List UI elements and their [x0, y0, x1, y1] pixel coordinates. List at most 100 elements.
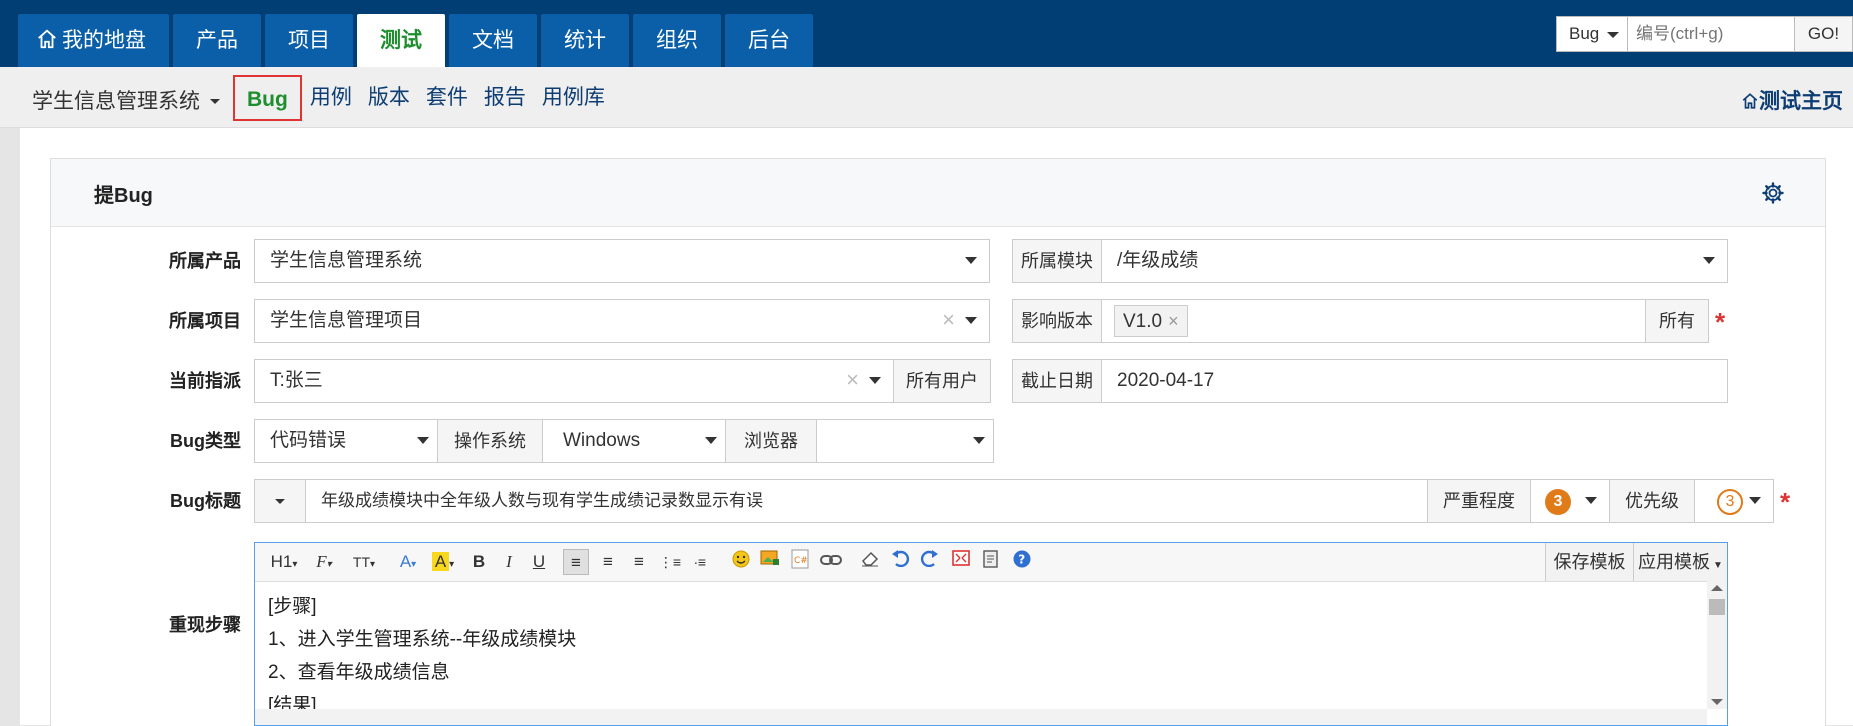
tab-project[interactable]: 项目	[265, 14, 353, 67]
bold-button[interactable]: B	[469, 549, 489, 575]
apply-template-button[interactable]: 应用模板 ▼	[1633, 543, 1727, 581]
os-label: 操作系统	[437, 419, 543, 463]
save-template-button[interactable]: 保存模板	[1545, 543, 1633, 581]
build-tag: V1.0 ×	[1114, 305, 1188, 337]
tab-company[interactable]: 组织	[633, 14, 721, 67]
apply-template-label: 应用模板	[1638, 552, 1711, 572]
search-type-select[interactable]: Bug	[1556, 16, 1628, 52]
browser-label: 浏览器	[725, 419, 817, 463]
build-label: 影响版本	[1012, 299, 1102, 343]
align-left-icon[interactable]: ≡	[563, 549, 589, 575]
underline-button[interactable]: U	[529, 549, 549, 575]
build-select[interactable]: V1.0 ×	[1101, 299, 1646, 343]
svg-text:C#: C#	[794, 556, 808, 566]
search-input[interactable]	[1628, 16, 1795, 52]
subnav-report[interactable]: 报告	[476, 77, 534, 119]
highlight-label: A	[431, 552, 450, 571]
type-select[interactable]: 代码错误	[254, 419, 438, 463]
scroll-thumb[interactable]	[1709, 599, 1725, 615]
caret-down-icon	[705, 437, 717, 444]
tab-doc[interactable]: 文档	[449, 14, 537, 67]
heading-button[interactable]: H1▾	[267, 549, 301, 575]
vertical-scrollbar[interactable]	[1707, 581, 1727, 709]
search-type-label: Bug	[1569, 24, 1600, 43]
highlight-button[interactable]: A ▾	[429, 549, 457, 575]
tab-label: 我的地盘	[62, 29, 146, 52]
horizontal-scrollbar[interactable]	[255, 709, 1707, 725]
image-icon[interactable]	[758, 549, 782, 575]
align-center-icon[interactable]: ≡	[595, 549, 621, 575]
editor-body[interactable]: [步骤] 1、进入学生管理系统--年级成绩模块 2、查看年级成绩信息 [结果]	[255, 582, 1727, 725]
font-color-button[interactable]: A▾	[395, 549, 421, 575]
project-select[interactable]: 学生信息管理项目 ×	[254, 299, 990, 343]
align-right-icon[interactable]: ≡	[626, 549, 652, 575]
scroll-up-icon[interactable]	[1711, 585, 1723, 591]
product-value: 学生信息管理系统	[270, 250, 423, 271]
eraser-icon[interactable]	[858, 549, 882, 575]
project-value: 学生信息管理项目	[270, 310, 423, 331]
deadline-label: 截止日期	[1012, 359, 1102, 403]
font-size-button[interactable]: TT▾	[347, 549, 381, 575]
os-select[interactable]: Windows	[542, 419, 726, 463]
product-select[interactable]: 学生信息管理系统	[254, 239, 990, 283]
link-icon[interactable]	[818, 549, 844, 575]
tab-test[interactable]: 测试	[357, 14, 445, 67]
caret-down-icon	[210, 99, 220, 104]
subnav-bug[interactable]: Bug	[233, 75, 302, 121]
module-select[interactable]: /年级成绩	[1101, 239, 1728, 283]
test-home-link[interactable]: 测试主页	[1741, 85, 1843, 115]
required-mark: *	[1780, 487, 1791, 517]
tab-report[interactable]: 统计	[541, 14, 629, 67]
font-color-label: A	[399, 552, 412, 571]
test-subnav: Bug 用例 版本 套件 报告 用例库	[233, 75, 613, 121]
severity-select[interactable]: 3	[1530, 479, 1610, 523]
caret-down-icon	[965, 257, 977, 264]
font-size-label: TT	[352, 554, 371, 570]
product-name: 学生信息管理系统	[32, 90, 200, 113]
clear-icon[interactable]: ×	[846, 369, 859, 391]
go-button[interactable]: GO!	[1795, 16, 1853, 52]
help-icon[interactable]: ?	[1010, 549, 1034, 575]
steps-editor[interactable]: H1▾ F▾ TT▾ A▾ A ▾ B I U ≡ ≡ ≡ ⋮≡ ∙≡ C# ?…	[254, 542, 1728, 726]
browser-select[interactable]	[816, 419, 994, 463]
subnav-caselib[interactable]: 用例库	[534, 77, 613, 119]
priority-badge: 3	[1717, 489, 1743, 515]
ordered-list-icon[interactable]: ⋮≡	[657, 549, 683, 575]
required-mark: *	[1715, 307, 1726, 337]
assign-select[interactable]: T:张三 ×	[254, 359, 894, 403]
priority-select[interactable]: 3	[1694, 479, 1774, 523]
title-label: Bug标题	[170, 491, 241, 511]
subnav-build[interactable]: 版本	[360, 77, 418, 119]
steps-label: 重现步骤	[169, 615, 241, 635]
tab-product[interactable]: 产品	[173, 14, 261, 67]
create-bug-panel: 提Bug 所属产品 学生信息管理系统 所属模块 /年级成绩 所属项目 学生信息管…	[50, 158, 1826, 726]
emoji-icon[interactable]	[729, 549, 753, 575]
code-icon[interactable]: C#	[788, 549, 812, 575]
undo-icon[interactable]	[888, 549, 912, 575]
sub-navbar: 学生信息管理系统 Bug 用例 版本 套件 报告 用例库 测试主页	[0, 67, 1853, 128]
product-switcher[interactable]: 学生信息管理系统	[32, 85, 220, 115]
all-users-button[interactable]: 所有用户	[893, 359, 991, 403]
fullscreen-icon[interactable]	[949, 549, 973, 575]
title-input[interactable]: 年级成绩模块中全年级人数与现有学生成绩记录数显示有误	[305, 479, 1428, 523]
svg-text:?: ?	[1018, 553, 1025, 567]
caret-down-icon	[1585, 497, 1597, 504]
template-icon[interactable]	[979, 549, 1003, 575]
scroll-down-icon[interactable]	[1711, 699, 1723, 705]
editor-toolbar: H1▾ F▾ TT▾ A▾ A ▾ B I U ≡ ≡ ≡ ⋮≡ ∙≡ C# ?…	[255, 543, 1727, 582]
font-family-button[interactable]: F▾	[309, 549, 339, 575]
unordered-list-icon[interactable]: ∙≡	[687, 549, 713, 575]
italic-button[interactable]: I	[499, 549, 519, 575]
subnav-case[interactable]: 用例	[302, 77, 360, 119]
clear-icon[interactable]: ×	[942, 309, 955, 331]
tab-my[interactable]: 我的地盘	[18, 14, 169, 67]
redo-icon[interactable]	[918, 549, 942, 575]
tab-admin[interactable]: 后台	[725, 14, 813, 67]
title-color-picker[interactable]	[254, 479, 306, 523]
subnav-suite[interactable]: 套件	[418, 77, 476, 119]
font-family-label: F	[316, 552, 327, 571]
gear-icon[interactable]	[1761, 181, 1785, 205]
all-builds-button[interactable]: 所有	[1645, 299, 1709, 343]
remove-tag-icon[interactable]: ×	[1168, 311, 1179, 331]
deadline-input[interactable]: 2020-04-17	[1101, 359, 1728, 403]
